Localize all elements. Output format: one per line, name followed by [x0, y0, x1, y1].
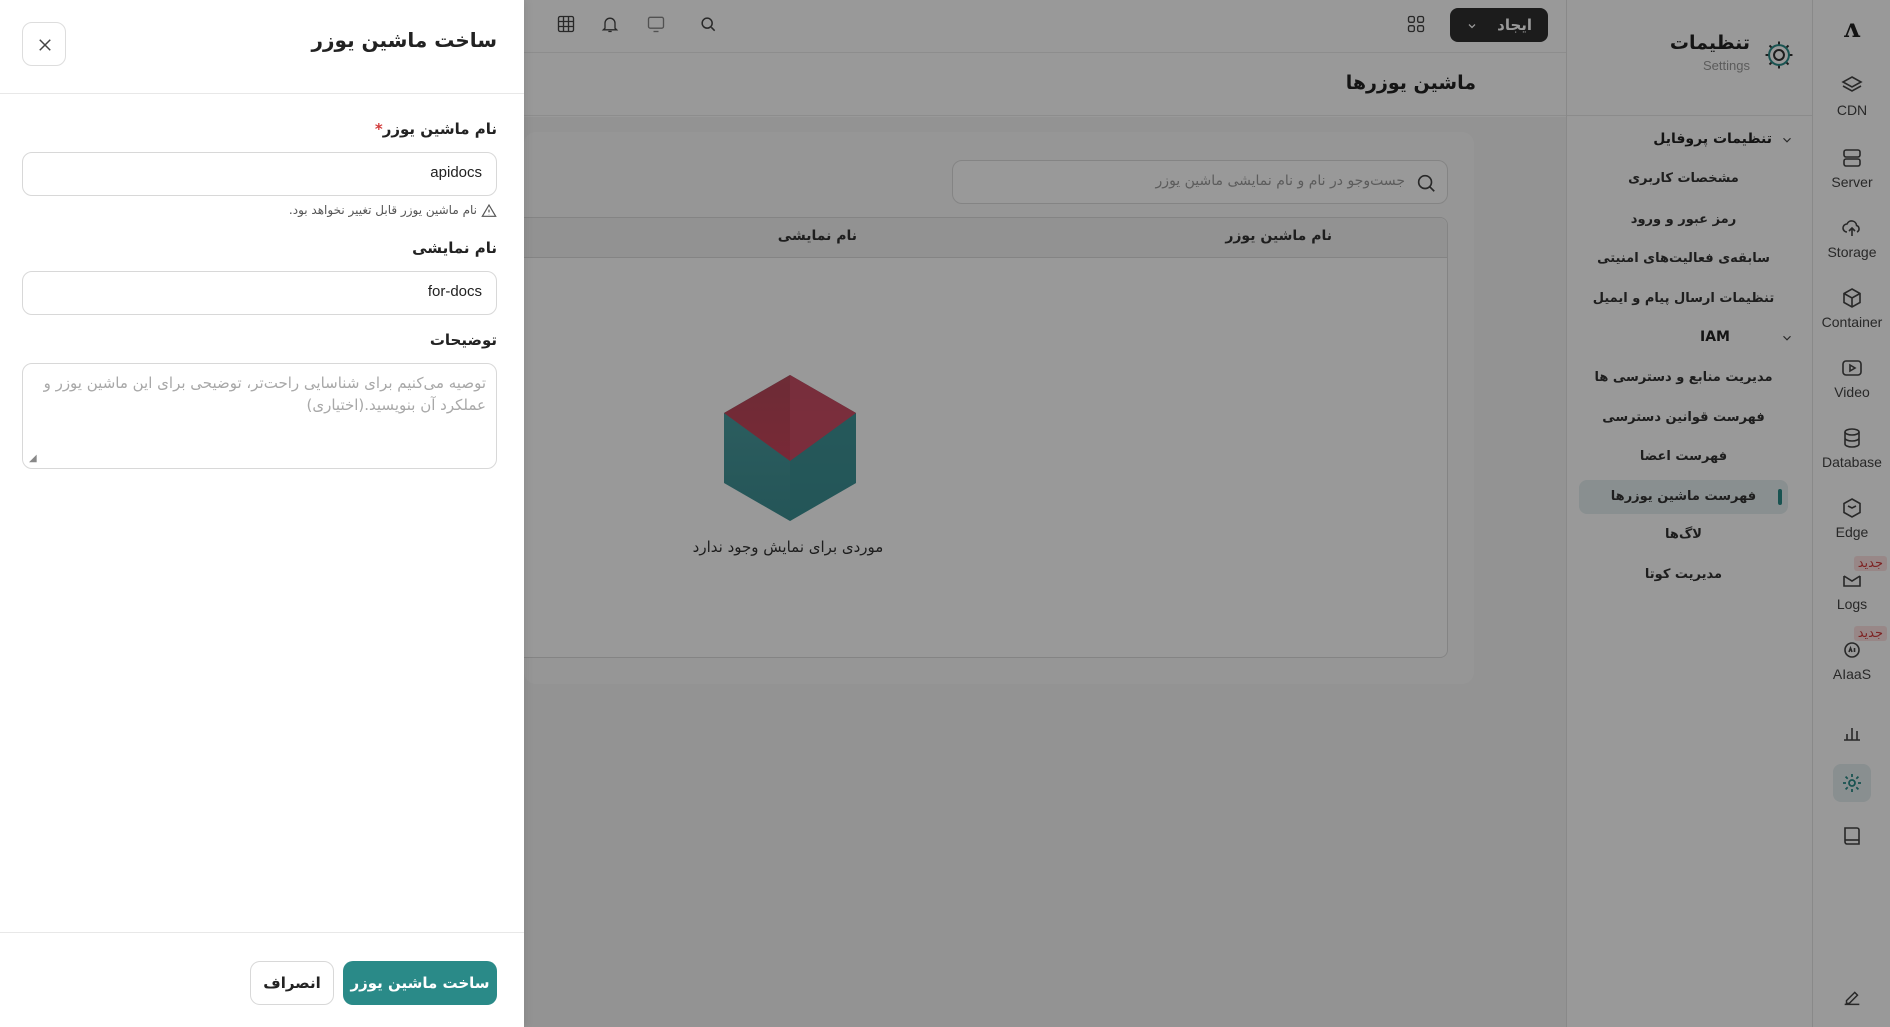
name-hint: نام ماشین یوزر قابل تغییر نخواهد بود. [289, 203, 497, 217]
create-machine-user-button[interactable]: ساخت ماشین یوزر [343, 961, 497, 1005]
cancel-button[interactable]: انصراف [250, 961, 334, 1005]
close-button[interactable] [22, 22, 66, 66]
drawer-footer: ساخت ماشین یوزر انصراف [0, 932, 524, 1027]
machine-user-name-label: نام ماشین یوزر* [371, 120, 497, 138]
close-icon [39, 39, 51, 51]
input-value: for-docs [427, 283, 482, 300]
drawer-header: ساخت ماشین یوزر [0, 0, 524, 94]
required-mark: * [374, 120, 383, 138]
hint-text: نام ماشین یوزر قابل تغییر نخواهد بود. [288, 203, 477, 217]
description-placeholder: توصیه می‌کنیم برای شناسایی راحت‌تر، توضی… [43, 374, 486, 414]
drawer-title: ساخت ماشین یوزر [311, 28, 498, 52]
description-textarea[interactable]: توصیه می‌کنیم برای شناسایی راحت‌تر، توضی… [22, 363, 497, 469]
machine-user-name-input[interactable]: apidocs [22, 152, 497, 196]
display-name-label: نام نمایشی [412, 239, 497, 257]
label-text: نام ماشین یوزر [382, 120, 497, 138]
resize-handle[interactable]: ◢ [29, 453, 37, 464]
warning-icon [481, 203, 497, 217]
create-machine-user-drawer: ساخت ماشین یوزر نام ماشین یوزر* apidocs … [0, 0, 524, 1027]
display-name-input[interactable]: for-docs [22, 271, 497, 315]
input-value: apidocs [430, 164, 482, 181]
modal-overlay[interactable] [524, 0, 1890, 1027]
description-label: توضیحات [429, 331, 497, 349]
